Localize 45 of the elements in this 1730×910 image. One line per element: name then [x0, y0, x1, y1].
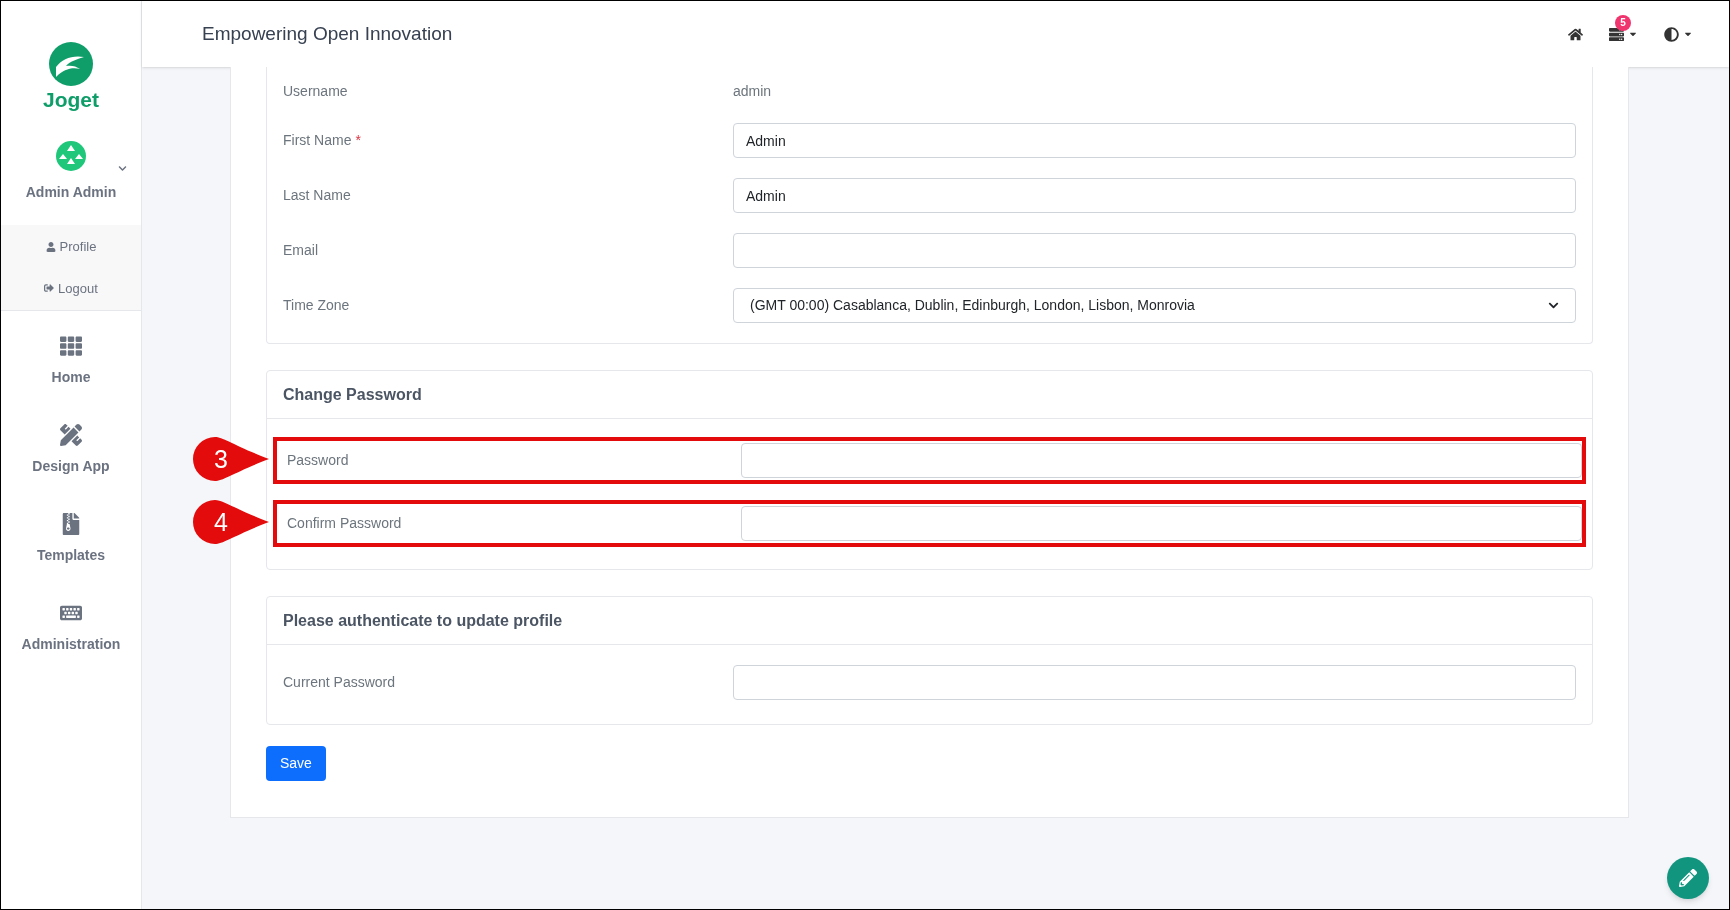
notification-badge: 5 — [1615, 14, 1631, 31]
avatar-icon — [55, 140, 87, 172]
nav-item[interactable]: Administration — [21, 602, 121, 655]
input-field[interactable] — [741, 443, 1582, 478]
field-label: Username — [283, 82, 348, 99]
field-value: admin — [733, 83, 772, 99]
field-label: First Name — [283, 132, 352, 148]
callout-marker: 3 — [193, 437, 269, 481]
required-mark: * — [355, 132, 361, 148]
nav-item[interactable]: Home — [51, 335, 91, 388]
field-label: Password — [287, 452, 349, 468]
callout-marker: 4 — [193, 500, 269, 544]
page-title: Empowering Open Innovation — [202, 21, 453, 46]
pencil-ruler-icon — [60, 424, 82, 446]
pencil-icon — [1679, 869, 1697, 887]
input-field[interactable] — [733, 233, 1576, 268]
field-label: Confirm Password — [287, 515, 402, 531]
theme-icon[interactable] — [1664, 26, 1679, 42]
grid-icon — [60, 335, 82, 357]
home-icon[interactable] — [1568, 26, 1583, 42]
field-label: Last Name — [283, 187, 351, 203]
logout-icon — [44, 283, 55, 294]
user-menu-link[interactable]: Logout — [44, 278, 98, 298]
panel-title: Please authenticate to update profile — [283, 610, 563, 631]
select-field[interactable]: (GMT 00:00) Casablanca, Dublin, Edinburgh, London, Lisbon, Monrovia — [733, 288, 1576, 323]
logo-text: Joget — [43, 89, 99, 110]
field-label: Time Zone — [283, 297, 350, 313]
zip-file-icon — [60, 513, 82, 535]
user-name[interactable]: Admin Admin — [25, 182, 117, 203]
user-icon — [45, 241, 56, 252]
panel-title: Change Password — [283, 384, 422, 405]
user-menu-link[interactable]: Profile — [45, 237, 97, 257]
logo-icon — [48, 41, 94, 87]
save-button[interactable]: Save — [266, 746, 326, 781]
chevron-icon[interactable] — [118, 164, 127, 173]
input-field[interactable] — [733, 665, 1576, 700]
input-field[interactable]: Admin — [733, 123, 1576, 158]
input-field[interactable] — [741, 506, 1582, 541]
nav-item[interactable]: Templates — [36, 513, 106, 566]
field-label: Current Password — [283, 674, 396, 690]
edit-button[interactable] — [1667, 857, 1709, 899]
nav-item[interactable]: Design App — [32, 424, 110, 477]
field-label: Email — [283, 242, 318, 258]
chevron-icon — [1548, 300, 1559, 311]
input-field[interactable]: Admin — [733, 178, 1576, 213]
